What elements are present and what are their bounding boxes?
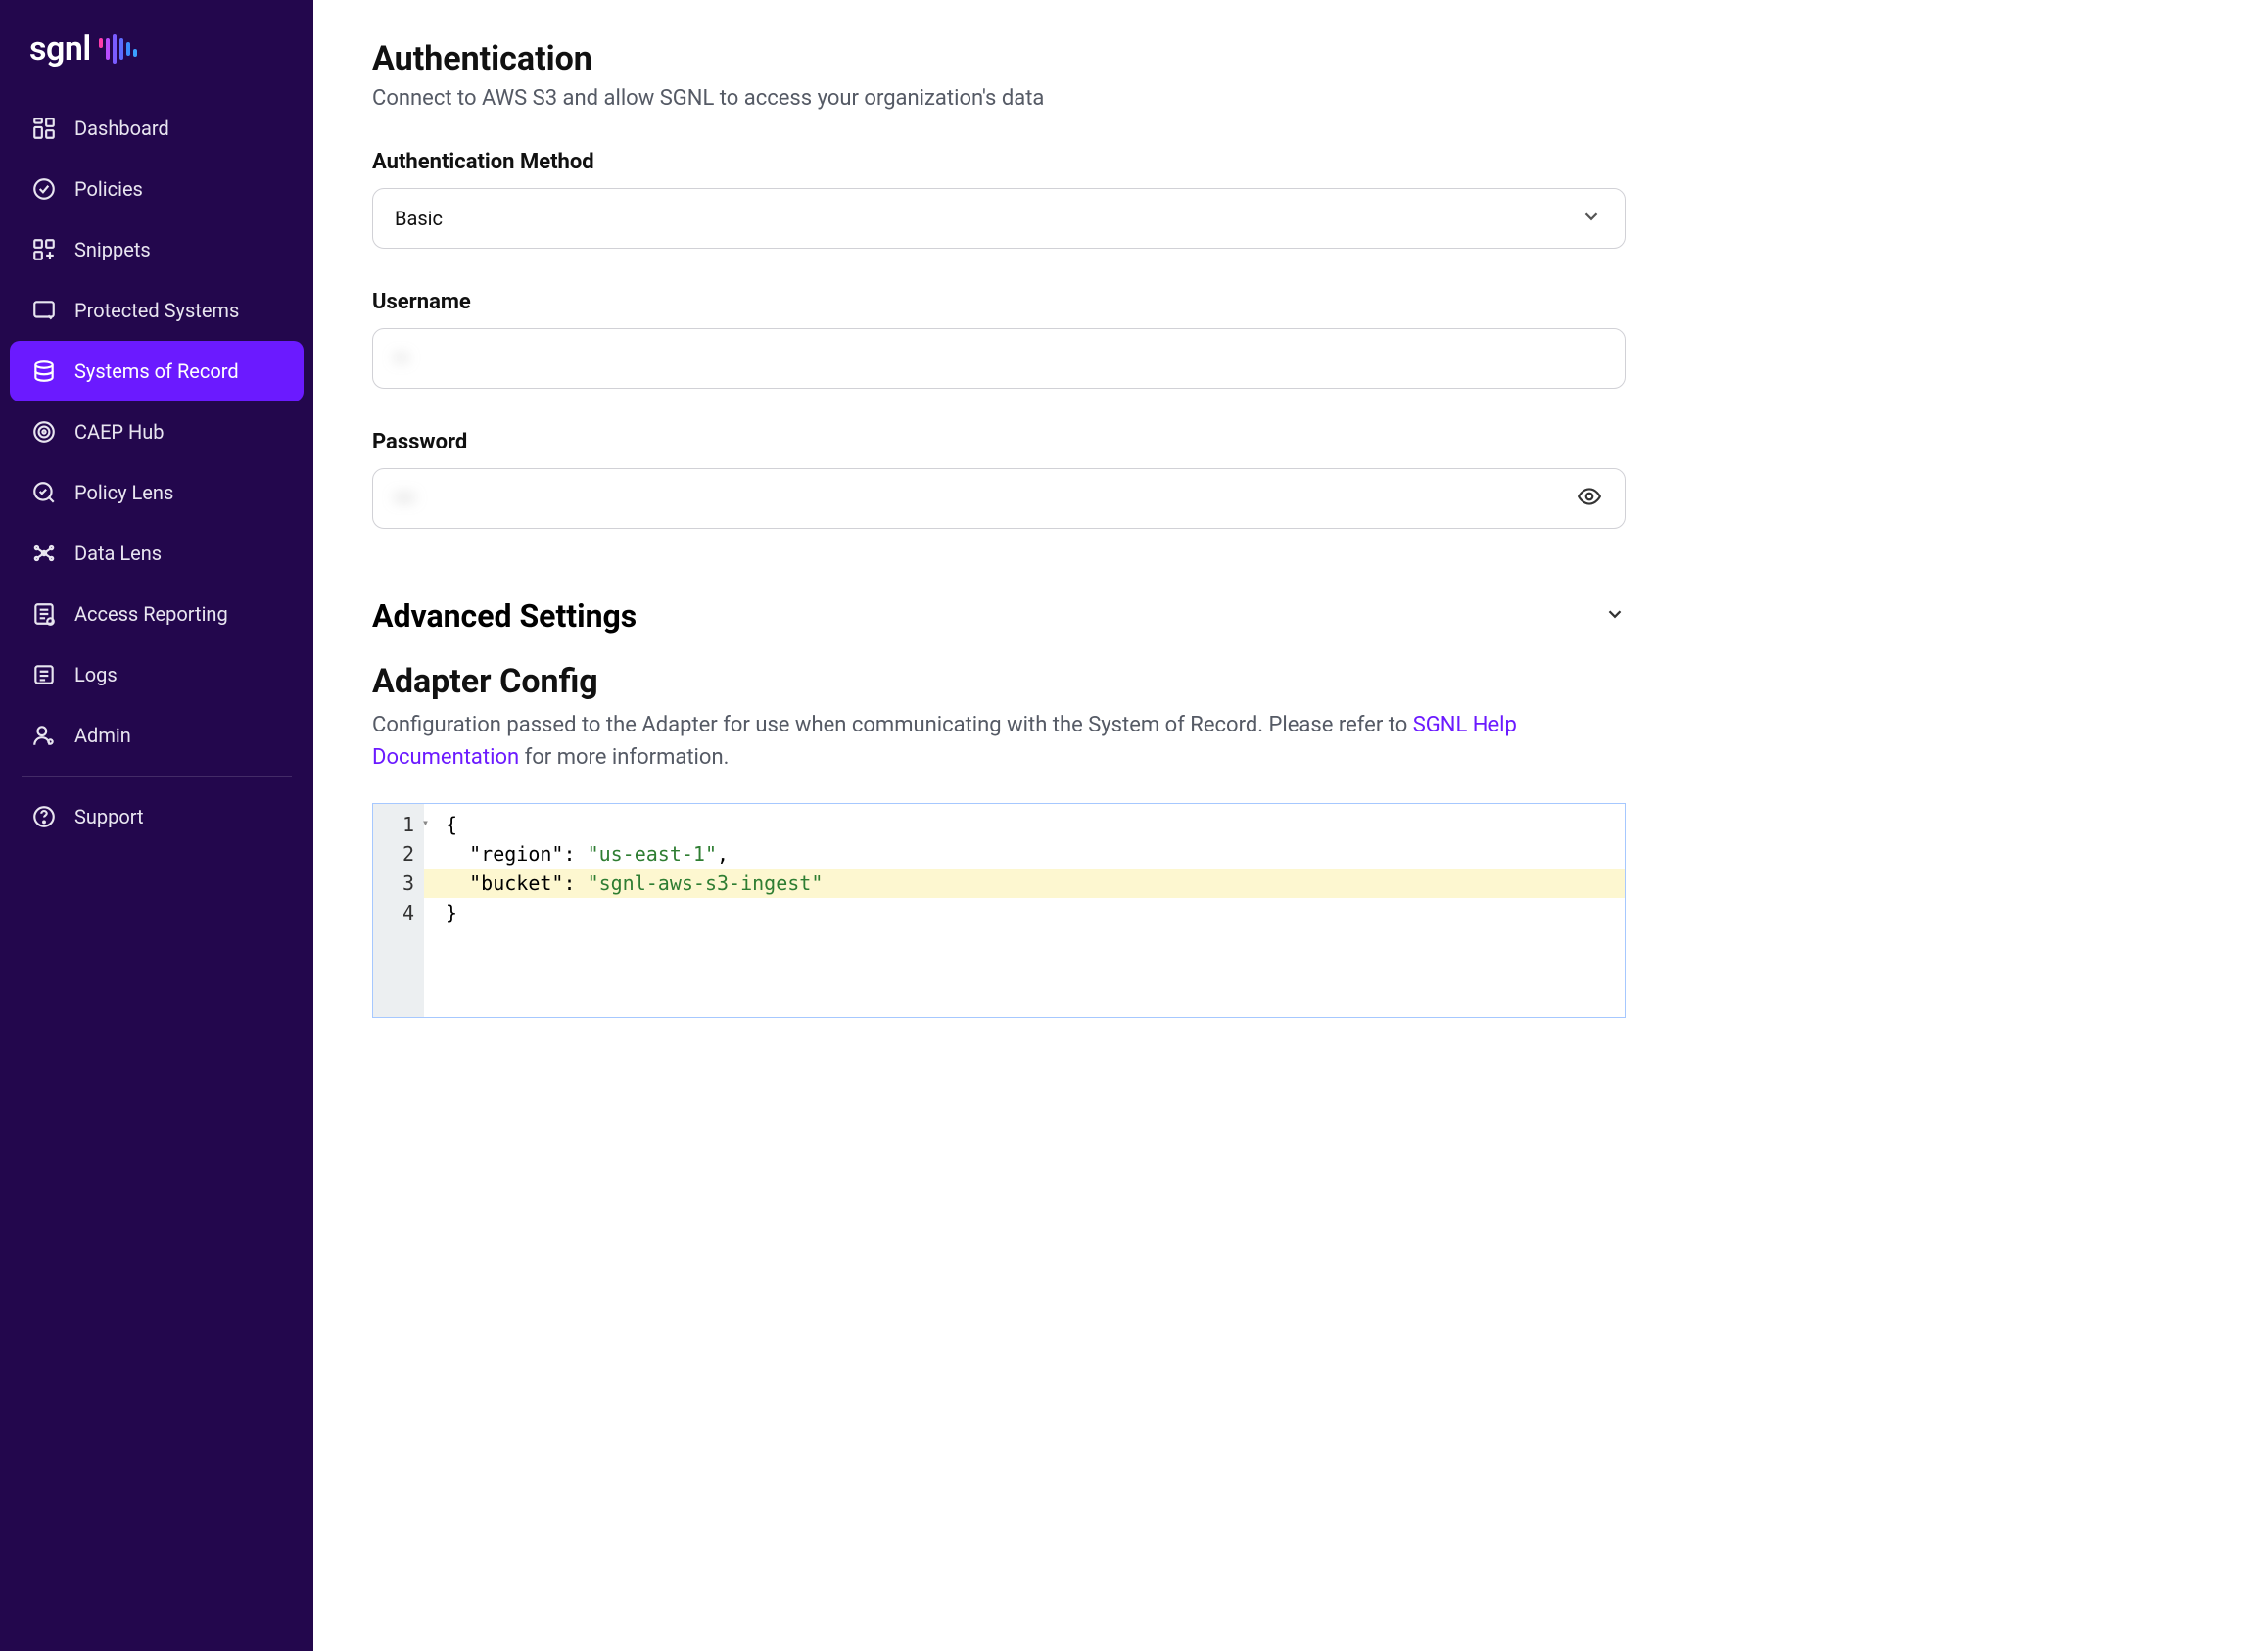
- code-gutter: 1 2 3 4: [373, 804, 424, 1017]
- code-line-2: "region": "us-east-1",: [446, 839, 1615, 869]
- sidebar-item-protected-systems[interactable]: Protected Systems: [10, 280, 304, 341]
- sidebar-item-label: Support: [74, 805, 144, 828]
- line-number: 2: [402, 839, 414, 869]
- network-icon: [31, 541, 57, 566]
- sidebar-item-label: Data Lens: [74, 542, 162, 565]
- grid-icon: [31, 116, 57, 141]
- target-icon: [31, 419, 57, 445]
- code-line-3: "bucket": "sgnl-aws-s3-ingest": [424, 869, 1625, 898]
- auth-title: Authentication: [372, 39, 1626, 78]
- auth-method-label: Authentication Method: [372, 150, 1626, 174]
- nav: Dashboard Policies Snippets Protected Sy…: [10, 98, 304, 766]
- sidebar-item-caep-hub[interactable]: CAEP Hub: [10, 401, 304, 462]
- logo-bars-icon: [99, 34, 137, 64]
- sidebar-item-admin[interactable]: Admin: [10, 705, 304, 766]
- help-icon: [31, 804, 57, 829]
- advanced-settings-toggle[interactable]: Advanced Settings: [372, 597, 1626, 635]
- chevron-down-icon: [1604, 603, 1626, 629]
- check-circle-icon: [31, 176, 57, 202]
- check-search-icon: [31, 480, 57, 505]
- eye-icon[interactable]: [1577, 484, 1602, 513]
- username-label: Username: [372, 290, 1626, 314]
- logo[interactable]: sgnl: [10, 20, 304, 98]
- sidebar-item-label: Access Reporting: [74, 602, 228, 626]
- line-number: 1: [402, 810, 414, 839]
- grid-add-icon: [31, 237, 57, 262]
- sidebar-item-policy-lens[interactable]: Policy Lens: [10, 462, 304, 523]
- main-content: Authentication Connect to AWS S3 and all…: [313, 0, 1684, 1651]
- logo-text: sgnl: [29, 29, 91, 69]
- username-field-wrap: ••: [372, 328, 1626, 389]
- sidebar-item-label: Systems of Record: [74, 359, 239, 383]
- sidebar-item-label: CAEP Hub: [74, 420, 165, 444]
- password-input[interactable]: •••: [372, 468, 1626, 529]
- adapter-desc-suffix: for more information.: [519, 745, 729, 770]
- sidebar-item-label: Policy Lens: [74, 481, 173, 504]
- line-number: 4: [402, 898, 414, 927]
- username-masked-value: ••: [395, 347, 408, 370]
- sidebar-item-data-lens[interactable]: Data Lens: [10, 523, 304, 584]
- code-line-4: }: [446, 898, 1615, 927]
- password-field-wrap: •••: [372, 468, 1626, 529]
- line-number: 3: [402, 869, 414, 898]
- sidebar: sgnl Dashboard Policies Snippets Protect…: [0, 0, 313, 1651]
- password-label: Password: [372, 430, 1626, 454]
- sidebar-item-systems-of-record[interactable]: Systems of Record: [10, 341, 304, 401]
- adapter-desc: Configuration passed to the Adapter for …: [372, 709, 1626, 774]
- sidebar-item-label: Snippets: [74, 238, 151, 261]
- sidebar-item-dashboard[interactable]: Dashboard: [10, 98, 304, 159]
- auth-subtitle: Connect to AWS S3 and allow SGNL to acce…: [372, 86, 1626, 111]
- shield-box-icon: [31, 298, 57, 323]
- sidebar-item-access-reporting[interactable]: Access Reporting: [10, 584, 304, 644]
- code-line-1: {: [446, 810, 1615, 839]
- username-input[interactable]: ••: [372, 328, 1626, 389]
- auth-method-select-wrap: Basic: [372, 188, 1626, 249]
- sidebar-item-label: Dashboard: [74, 117, 169, 140]
- sidebar-item-policies[interactable]: Policies: [10, 159, 304, 219]
- list-icon: [31, 662, 57, 687]
- adapter-title: Adapter Config: [372, 662, 1626, 701]
- user-admin-icon: [31, 723, 57, 748]
- sidebar-item-logs[interactable]: Logs: [10, 644, 304, 705]
- report-icon: [31, 601, 57, 627]
- database-icon: [31, 358, 57, 384]
- auth-method-value: Basic: [395, 207, 443, 230]
- auth-method-select[interactable]: Basic: [372, 188, 1626, 249]
- sidebar-item-label: Admin: [74, 724, 131, 747]
- adapter-desc-prefix: Configuration passed to the Adapter for …: [372, 713, 1413, 737]
- sidebar-item-snippets[interactable]: Snippets: [10, 219, 304, 280]
- adapter-config-editor[interactable]: 1 2 3 4 { "region": "us-east-1", "bucket…: [372, 803, 1626, 1018]
- password-masked-value: •••: [395, 487, 414, 510]
- sidebar-item-support[interactable]: Support: [10, 786, 304, 847]
- nav-divider: [22, 776, 292, 777]
- advanced-title: Advanced Settings: [372, 597, 637, 635]
- code-body[interactable]: { "region": "us-east-1", "bucket": "sgnl…: [424, 804, 1625, 1017]
- sidebar-item-label: Protected Systems: [74, 299, 239, 322]
- sidebar-item-label: Policies: [74, 177, 143, 201]
- nav-secondary: Support: [10, 786, 304, 847]
- sidebar-item-label: Logs: [74, 663, 118, 686]
